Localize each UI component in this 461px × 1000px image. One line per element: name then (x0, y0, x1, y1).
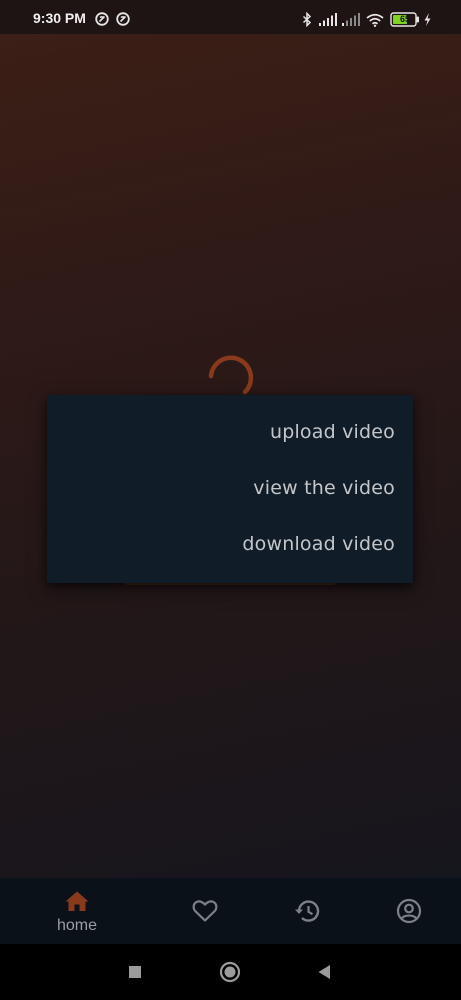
nav-item-account[interactable] (364, 878, 454, 944)
nav-item-history[interactable] (262, 878, 352, 944)
notification-icon (116, 12, 130, 26)
history-icon (295, 900, 320, 922)
notification-icon (95, 12, 109, 26)
account-icon (396, 898, 422, 924)
menu-item-download-video[interactable]: download video (47, 516, 413, 572)
bluetooth-icon (302, 12, 312, 27)
home-icon (65, 891, 89, 911)
system-navigation-bar (0, 944, 461, 1000)
home-button[interactable] (219, 961, 241, 983)
phone-screen: 9:30 PM 65 upload video view the video d… (0, 0, 461, 1000)
nav-home-label: home (56, 917, 98, 934)
signal-icon (319, 13, 337, 26)
popup-menu: upload video view the video download vid… (47, 395, 413, 583)
status-bar: 9:30 PM 65 (0, 0, 461, 34)
nav-item-favorites[interactable] (160, 878, 250, 944)
battery-level: 65 (399, 14, 410, 24)
status-time: 9:30 PM (33, 10, 86, 26)
wifi-icon (366, 13, 384, 27)
recents-button[interactable] (128, 965, 142, 979)
menu-item-upload-video[interactable]: upload video (47, 404, 413, 460)
bottom-navigation: home (0, 878, 461, 944)
charging-icon (424, 13, 431, 26)
signal-icon (342, 13, 360, 26)
nav-item-home[interactable]: home (32, 878, 122, 944)
menu-item-view-video[interactable]: view the video (47, 460, 413, 516)
back-button[interactable] (317, 964, 331, 980)
heart-icon (192, 900, 218, 922)
